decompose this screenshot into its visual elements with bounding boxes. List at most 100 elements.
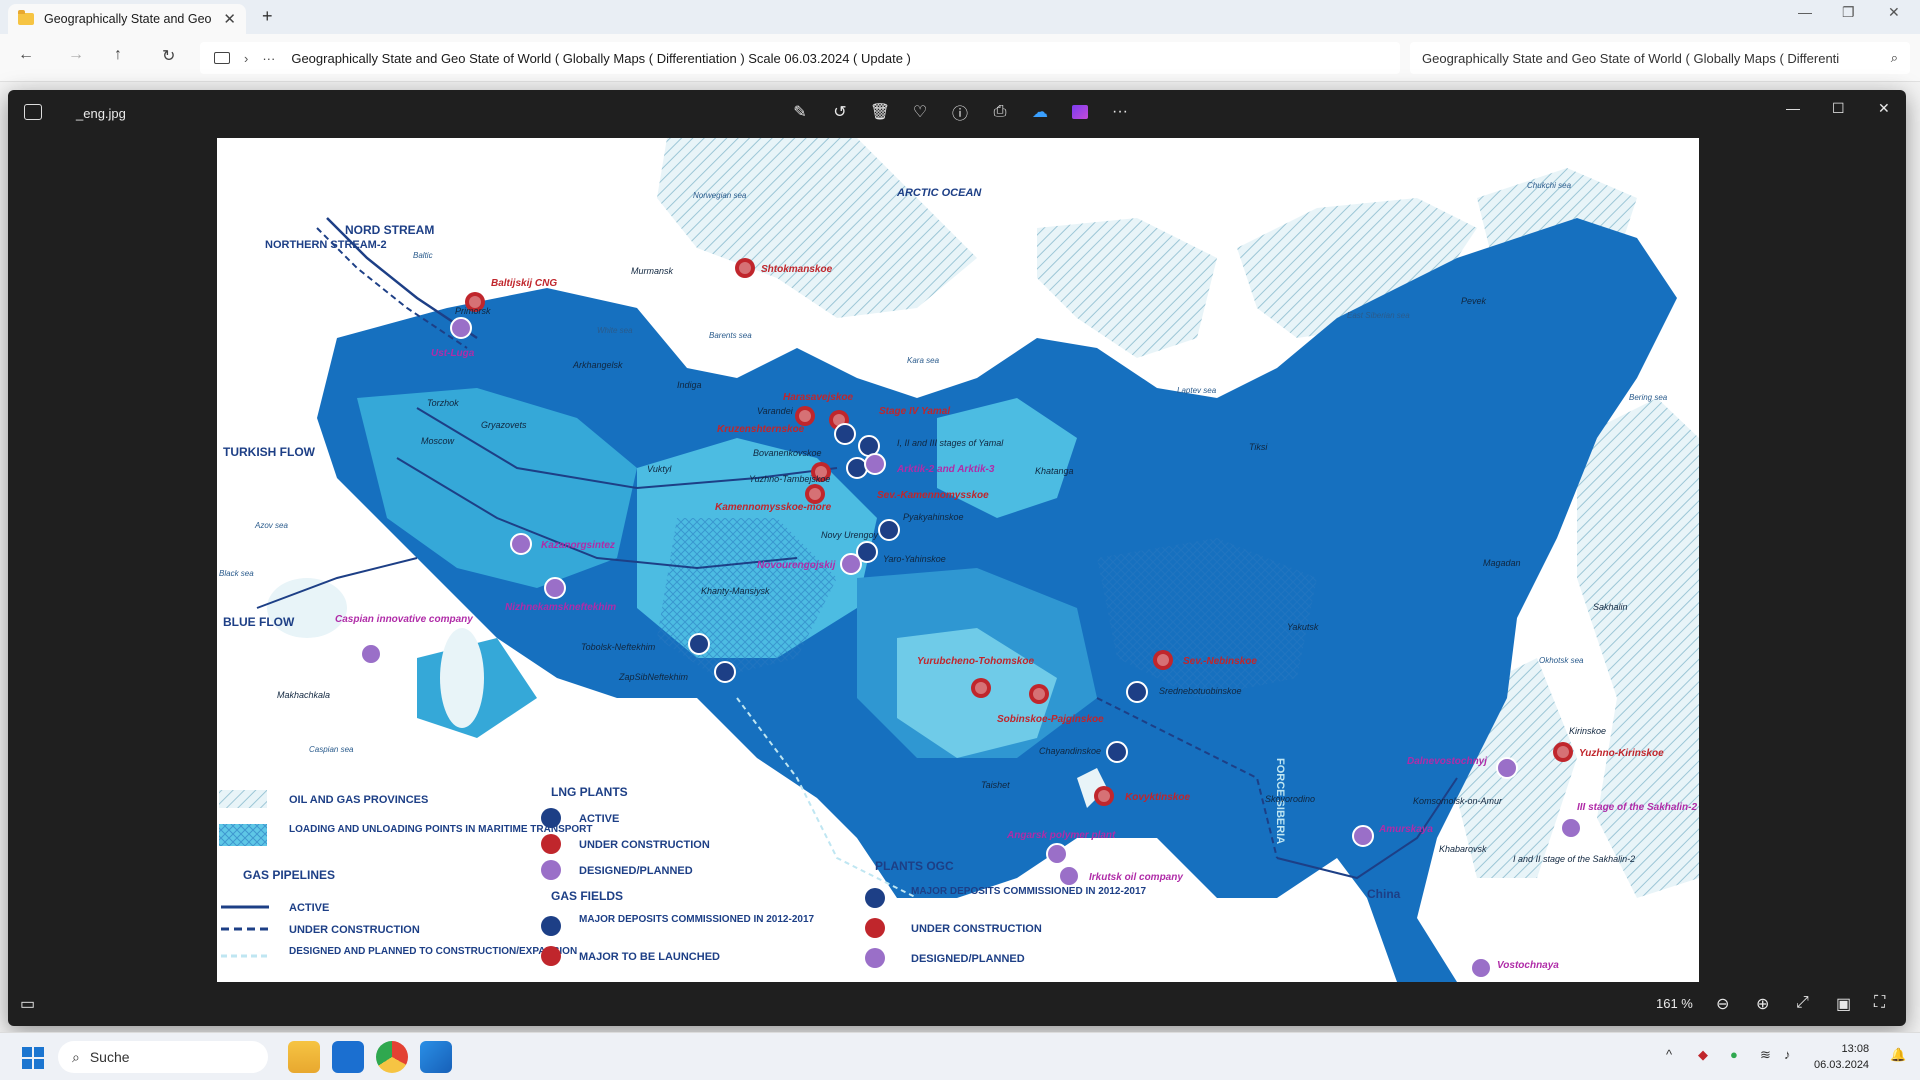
place-label: Komsomolsk-on-Amur [1413, 796, 1503, 806]
address-bar[interactable]: › ··· Geographically State and Geo State… [200, 42, 1400, 74]
viewer-minimize-icon[interactable]: — [1786, 100, 1800, 116]
close-window-icon[interactable]: ✕ [1888, 4, 1900, 21]
place-label: Yaro-Yahinskoe [883, 554, 946, 564]
place-label: Sev.-Kamennomysskoe [877, 490, 989, 501]
place-label: Novourengojskij [757, 560, 836, 571]
place-label: Skovorodino [1265, 794, 1315, 804]
zoom-out-icon[interactable]: ⊖ [1716, 994, 1729, 1014]
place-label: Tobolsk-Neftekhim [581, 642, 656, 652]
legend-lng-planned-icon [541, 860, 561, 880]
search-icon[interactable]: ⌕ [1891, 50, 1898, 66]
print-icon[interactable]: ⎙ [988, 100, 1012, 124]
rotate-icon[interactable]: ↺ [828, 100, 852, 124]
place-label: Sobinskoe-Pajginskoe [997, 714, 1104, 725]
edit-icon[interactable]: ✎ [788, 100, 812, 124]
minimize-icon[interactable]: — [1798, 4, 1812, 20]
wifi-icon[interactable]: ≋ [1760, 1047, 1771, 1063]
viewer-maximize-icon[interactable]: ☐ [1832, 100, 1845, 117]
fit-to-window-icon[interactable]: ⤢ [1796, 994, 1809, 1012]
volume-icon[interactable]: ♪ [1784, 1047, 1791, 1062]
legend-label: ACTIVE [289, 902, 329, 914]
up-button[interactable]: ↑ [114, 46, 122, 64]
acrobat-icon[interactable]: ◆ [1698, 1047, 1708, 1063]
zoom-in-icon[interactable]: ⊕ [1756, 994, 1769, 1014]
file-explorer-icon[interactable] [288, 1041, 320, 1073]
place-label: Nizhnekamskneftekhim [505, 602, 616, 613]
place-label: Kazanorgsintez [541, 540, 615, 551]
legend-label: UNDER CONSTRUCTION [579, 839, 710, 851]
notification-icon[interactable]: 🔔 [1890, 1047, 1906, 1063]
clipchamp-icon[interactable] [1068, 100, 1092, 124]
place-label: Vostochnaya [1497, 960, 1559, 971]
place-label: Yakutsk [1287, 622, 1319, 632]
sea-label: Bering sea [1629, 393, 1668, 402]
place-label: Sakhalin [1593, 602, 1628, 612]
sea-label: Barents sea [709, 331, 752, 340]
place-label: Amurskaya [1378, 824, 1433, 835]
viewer-close-icon[interactable]: ✕ [1878, 100, 1890, 117]
place-label: Tiksi [1249, 442, 1268, 452]
place-label: Angarsk polymer plant [1006, 830, 1116, 841]
legend-label: UNDER CONSTRUCTION [289, 924, 420, 936]
security-icon[interactable]: ● [1730, 1047, 1738, 1062]
legend-label: MAJOR DEPOSITS COMMISSIONED IN 2012-2017 [911, 886, 1147, 897]
sea-label: Kara sea [907, 356, 940, 365]
search-value[interactable]: Geographically State and Geo State of Wo… [1422, 51, 1891, 66]
place-label: Taishet [981, 780, 1010, 790]
legend-label: UNDER CONSTRUCTION [911, 923, 1042, 935]
favorite-icon[interactable]: ♡ [908, 100, 932, 124]
tab-bar: Geographically State and Geo ✕ + — ❐ ✕ [0, 0, 1920, 34]
tab-explorer[interactable]: Geographically State and Geo ✕ [8, 4, 246, 34]
more-options-icon[interactable]: ··· [1108, 100, 1132, 124]
filmstrip-icon[interactable]: ▭ [20, 994, 35, 1014]
chevron-up-icon[interactable]: ^ [1666, 1047, 1672, 1062]
clock[interactable]: 13:08 06.03.2024 [1814, 1041, 1869, 1073]
place-label: Moscow [421, 436, 455, 446]
place-label: Khanty-Mansiysk [701, 586, 770, 596]
tab-title: Geographically State and Geo [44, 12, 212, 26]
fullscreen-icon[interactable]: ⛶ [1874, 994, 1885, 1012]
back-button[interactable]: ← [18, 46, 34, 64]
place-label: Irkutsk oil company [1089, 872, 1183, 883]
place-label: I and II stage of the Sakhalin-2 [1513, 854, 1635, 864]
caspian-sea-shape [440, 628, 484, 728]
place-label: Shtokmanskoe [761, 264, 833, 275]
breadcrumb[interactable]: Geographically State and Geo State of Wo… [291, 51, 911, 66]
sea-label: East Siberian sea [1347, 311, 1410, 320]
map-image: ARCTIC OCEAN NORD STREAM NORTHERN STREAM… [217, 138, 1699, 982]
turkish-flow-label: TURKISH FLOW [223, 445, 316, 459]
legend-heading: LNG PLANTS [551, 785, 628, 799]
file-name: _eng.jpg [76, 106, 126, 121]
search-input[interactable]: Geographically State and Geo State of Wo… [1410, 42, 1910, 74]
place-label: Pyakyahinskoe [903, 512, 964, 522]
taskbar-search[interactable]: ⌕ Suche [58, 1041, 268, 1073]
info-icon[interactable]: ⓘ [948, 100, 972, 124]
new-tab-button[interactable]: + [262, 6, 273, 27]
place-label: Baltijskij CNG [491, 278, 557, 289]
more-icon[interactable]: ··· [262, 51, 275, 66]
clock-time: 13:08 [1841, 1043, 1870, 1055]
black-sea-shape [267, 578, 347, 638]
search-icon: ⌕ [72, 1048, 80, 1065]
sea-label: Black sea [219, 569, 254, 578]
legend-heading: GAS PIPELINES [243, 868, 335, 882]
place-label: Pevek [1461, 296, 1487, 306]
forward-button[interactable]: → [68, 46, 84, 64]
photos-app-icon[interactable] [420, 1041, 452, 1073]
restore-icon[interactable]: ❐ [1842, 4, 1855, 21]
windows-start-icon[interactable] [22, 1047, 44, 1069]
chrome-icon[interactable] [376, 1041, 408, 1073]
delete-icon[interactable]: 🗑 [868, 100, 892, 124]
legend-fields-launch-icon [541, 946, 561, 966]
microsoft-store-icon[interactable] [332, 1041, 364, 1073]
refresh-button[interactable]: ↻ [162, 46, 175, 66]
legend-heading: GAS FIELDS [551, 889, 623, 903]
actual-size-icon[interactable]: ▣ [1836, 994, 1851, 1014]
place-label: Murmansk [631, 266, 674, 276]
gallery-icon[interactable] [24, 104, 42, 120]
close-tab-icon[interactable]: ✕ [223, 10, 236, 28]
taskbar-search-label: Suche [89, 1049, 130, 1065]
onedrive-icon[interactable]: ☁ [1028, 100, 1052, 124]
legend-lng-construction-icon [541, 834, 561, 854]
place-label: III stage of the Sakhalin-2 [1577, 802, 1697, 813]
